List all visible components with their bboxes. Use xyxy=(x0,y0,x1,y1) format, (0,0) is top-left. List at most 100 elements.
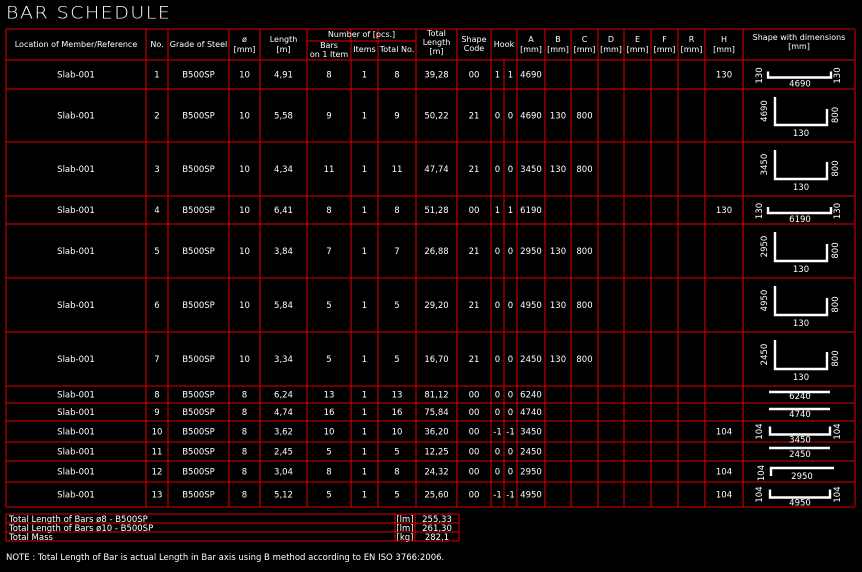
header-total-length-2: Length xyxy=(423,38,451,47)
header-a: A xyxy=(528,35,534,44)
cell-no: 9 xyxy=(154,408,159,418)
cell-no: 7 xyxy=(154,355,159,365)
cell-a: 4690 xyxy=(520,71,542,81)
cell-a: 3450 xyxy=(520,428,542,438)
header-c: C xyxy=(582,35,588,44)
cell-h: 104 xyxy=(716,428,732,438)
cell-bars: 11 xyxy=(324,165,335,175)
dim-h2: 130 xyxy=(833,67,843,83)
cell-location: Slab-001 xyxy=(57,71,95,81)
cell-no: 11 xyxy=(152,448,163,458)
header-e-unit: [mm] xyxy=(627,45,649,54)
dim-b: 130 xyxy=(793,129,809,139)
header-r: R xyxy=(689,35,695,44)
dim-a: 4690 xyxy=(789,80,811,90)
cell-items: 1 xyxy=(362,448,367,458)
cell-diameter: 10 xyxy=(239,206,250,216)
cell-shape-code: 00 xyxy=(469,408,480,418)
cell-bars: 5 xyxy=(326,301,331,311)
cell-a: 4950 xyxy=(520,491,542,501)
cell-b: 130 xyxy=(550,301,566,311)
cell-total-length: 51,28 xyxy=(424,206,448,216)
cell-diameter: 8 xyxy=(242,491,247,501)
cell-hook-2: 0 xyxy=(508,112,513,122)
cell-hook-2: -1 xyxy=(506,491,514,501)
cell-total-length: 39,28 xyxy=(424,71,448,81)
cell-grade: B500SP xyxy=(182,206,215,216)
hooked-bar-shape xyxy=(768,489,832,499)
header-h-unit: [mm] xyxy=(713,45,735,54)
dim-h2: 130 xyxy=(833,203,843,219)
cell-length: 2,45 xyxy=(274,448,293,458)
u-bar-shape xyxy=(773,340,829,371)
header-shape-code: Code xyxy=(464,44,485,53)
cell-bars: 5 xyxy=(326,491,331,501)
cell-location: Slab-001 xyxy=(57,468,95,478)
cell-length: 6,24 xyxy=(274,391,293,401)
header-e: E xyxy=(635,35,640,44)
cell-grade: B500SP xyxy=(182,165,215,175)
header-phi: ø xyxy=(242,35,247,44)
header-d-unit: [mm] xyxy=(600,45,622,54)
cell-total: 10 xyxy=(392,428,403,438)
cell-grade: B500SP xyxy=(182,491,215,501)
dim-a: 2950 xyxy=(760,236,770,258)
dim-a: 6240 xyxy=(789,392,811,402)
cell-hook-1: -1 xyxy=(493,491,501,501)
cell-c: 800 xyxy=(576,247,592,257)
cell-total: 8 xyxy=(394,206,399,216)
cell-grade: B500SP xyxy=(182,408,215,418)
cell-items: 1 xyxy=(362,468,367,478)
cell-shape-code: 00 xyxy=(469,448,480,458)
header-f-unit: [mm] xyxy=(654,45,676,54)
dim-h1: 130 xyxy=(755,67,765,83)
dim-b: 130 xyxy=(793,319,809,329)
dim-a: 4950 xyxy=(789,499,811,509)
cell-hook-1: 0 xyxy=(495,408,500,418)
cell-c: 800 xyxy=(576,355,592,365)
cell-diameter: 10 xyxy=(239,247,250,257)
cell-shape-code: 21 xyxy=(469,247,480,257)
cell-hook-1: 1 xyxy=(495,206,500,216)
cell-bars: 9 xyxy=(326,112,331,122)
cell-items: 1 xyxy=(362,491,367,501)
cell-total-length: 12,25 xyxy=(424,448,448,458)
cell-hook-2: 0 xyxy=(508,408,513,418)
cell-length: 3,34 xyxy=(274,355,293,365)
cell-shape-code: 00 xyxy=(469,71,480,81)
header-items: Items xyxy=(353,45,375,54)
cell-grade: B500SP xyxy=(182,355,215,365)
cell-diameter: 8 xyxy=(242,468,247,478)
header-f: F xyxy=(662,35,667,44)
cell-shape-code: 00 xyxy=(469,468,480,478)
cell-hook-1: 1 xyxy=(495,71,500,81)
dim-h1: 104 xyxy=(755,423,765,439)
cell-items: 1 xyxy=(362,112,367,122)
cell-hook-1: 0 xyxy=(495,301,500,311)
cell-total-length: 29,20 xyxy=(424,301,448,311)
cell-diameter: 10 xyxy=(239,355,250,365)
dim-a: 6190 xyxy=(789,215,811,225)
cell-hook-2: 0 xyxy=(508,247,513,257)
cell-no: 13 xyxy=(152,491,163,501)
cell-total: 9 xyxy=(394,112,399,122)
header-c-unit: [mm] xyxy=(574,45,596,54)
cell-length: 4,74 xyxy=(274,408,293,418)
cell-grade: B500SP xyxy=(182,71,215,81)
cell-hook-2: 0 xyxy=(508,301,513,311)
cell-total-length: 75,84 xyxy=(424,408,448,418)
cell-shape-code: 21 xyxy=(469,165,480,175)
cell-total: 8 xyxy=(394,468,399,478)
cell-no: 12 xyxy=(152,468,163,478)
cell-shape-code: 00 xyxy=(469,491,480,501)
header-total-length-unit: [m] xyxy=(429,47,443,56)
cell-no: 5 xyxy=(154,247,159,257)
cell-hook-1: 0 xyxy=(495,247,500,257)
dim-c: 800 xyxy=(831,296,841,312)
dim-a: 3450 xyxy=(789,436,811,446)
cell-length: 3,62 xyxy=(274,428,293,438)
header-b-unit: [mm] xyxy=(547,45,569,54)
header-shape: Shape xyxy=(461,35,486,44)
cell-a: 2450 xyxy=(520,355,542,365)
cell-items: 1 xyxy=(362,408,367,418)
